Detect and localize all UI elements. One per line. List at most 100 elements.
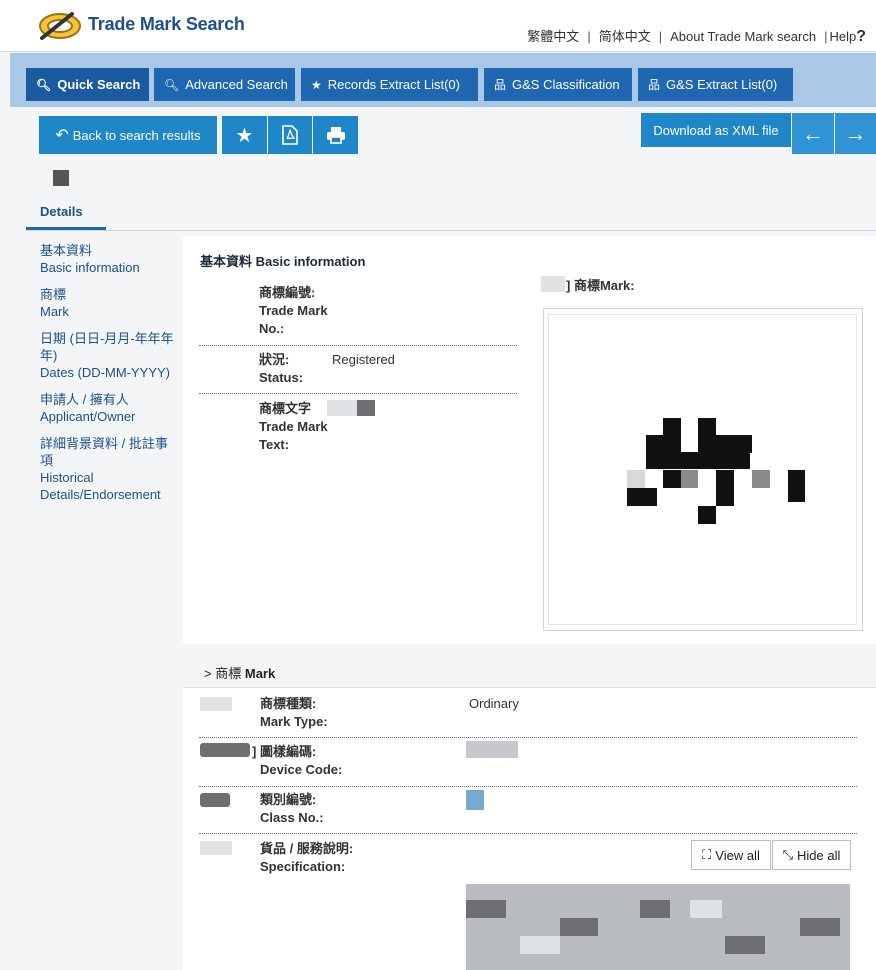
sidenav-label-zh: 日期 (日日-月月-年年年年) (40, 331, 174, 363)
label-zh: 類別編號: (260, 792, 317, 807)
mark-pixel (716, 488, 734, 506)
mark-section-title[interactable]: > 商標 Mark (204, 663, 275, 682)
sidenav-label-en: Applicant/Owner (40, 409, 136, 424)
tab-gs-extract-list[interactable]: 品 G&S Extract List(0) (638, 68, 793, 101)
view-all-button[interactable]: ⛶ View all (691, 840, 771, 870)
mark-pixel (663, 470, 681, 488)
divider (199, 345, 517, 346)
sidenav-item-applicant-owner[interactable]: 申請人 / 擁有人 Applicant/Owner (40, 391, 175, 425)
sidenav-label-en: Basic information (40, 260, 140, 275)
mark-pixel (698, 506, 716, 524)
mark-section-header[interactable] (183, 652, 876, 688)
tab-details[interactable]: Details (40, 204, 83, 219)
back-arrow-icon: ↶ (55, 127, 69, 144)
arrow-left-icon: ← (802, 120, 824, 146)
sidenav-item-mark[interactable]: 商標 Mark (40, 286, 175, 320)
tab-label: Records Extract List(0) (327, 77, 460, 92)
mark-pixel (788, 470, 805, 488)
lang-simplified-chinese-link[interactable]: 简体中文 (599, 26, 651, 45)
redacted-block (200, 793, 230, 807)
lang-traditional-chinese-link[interactable]: 繁體中文 (527, 26, 579, 45)
mark-pixel (788, 488, 805, 502)
mark-pixel (698, 435, 734, 453)
mark-type-label: 商標種類: Mark Type: (260, 695, 328, 731)
redacted-block (466, 741, 518, 758)
redacted-block (520, 936, 560, 954)
search-icon: 🔍︎ (164, 77, 180, 92)
tab-label: Quick Search (57, 77, 141, 92)
help-link[interactable]: Help (829, 29, 856, 44)
status-label: 狀況: Status: (259, 351, 303, 387)
download-xml-button[interactable]: Download as XML file (641, 113, 791, 147)
device-code-label: ] 圖樣編碼: Device Code: (252, 743, 342, 779)
trade-mark-text-label: 商標文字 Trade Mark Text: (259, 400, 329, 454)
label-zh: 狀況: (259, 352, 290, 367)
divider: | (587, 29, 591, 44)
sidenav-label-zh: 詳細背景資料 / 批註事項 (40, 436, 168, 468)
sitemap-icon: 品 (494, 78, 507, 92)
mark-pixel (752, 470, 770, 488)
help-icon[interactable]: ? (856, 28, 866, 46)
label-zh: 商標文字 (259, 401, 312, 416)
class-no-label: 類別編號: Class No.: (260, 791, 324, 827)
sidenav-label-zh: 商標 (40, 287, 67, 302)
divider (199, 737, 857, 738)
redacted-block (640, 900, 670, 918)
title-zh: 商標 (215, 666, 242, 681)
view-all-label: View all (715, 847, 760, 863)
search-icon: 🔍︎ (36, 77, 52, 92)
label-en: Device Code: (260, 762, 343, 777)
hide-all-button[interactable]: ⤡ Hide all (772, 840, 851, 870)
label-en: Trade Mark No.: (259, 303, 328, 336)
basic-information-title: 基本資料 Basic information (200, 254, 366, 269)
mark-pixel (646, 452, 750, 469)
mark-type-value: Ordinary (469, 696, 519, 711)
label-zh: 商標種類: (260, 696, 317, 711)
previous-record-button[interactable]: ← (792, 113, 834, 154)
label-en: Mark Type: (260, 714, 328, 729)
next-record-button[interactable]: → (835, 113, 876, 154)
sidenav-item-historical-details[interactable]: 詳細背景資料 / 批註事項 Historical Details/Endorse… (40, 435, 175, 503)
site-brand[interactable]: Trade Mark Search (88, 14, 245, 35)
tab-label: G&S Classification (512, 77, 620, 92)
sidenav-label-en: Historical Details/Endorsement (40, 470, 161, 502)
back-label: Back to search results (72, 127, 201, 143)
favourite-button[interactable]: ★ (222, 116, 267, 154)
redacted-block (200, 743, 250, 757)
print-button[interactable] (313, 116, 358, 154)
tab-quick-search[interactable]: 🔍︎ Quick Search (26, 68, 149, 101)
mark-pixel (681, 470, 698, 488)
arrow-right-icon: → (844, 120, 867, 146)
label-zh: 貨品 / 服務說明: (260, 841, 354, 856)
sidenav-label-zh: 基本資料 (40, 243, 93, 258)
hide-all-label: Hide all (797, 847, 841, 863)
label-zh: 商標編號: (259, 285, 316, 300)
tab-gs-classification[interactable]: 品 G&S Classification (484, 68, 632, 101)
tab-advanced-search[interactable]: 🔍︎ Advanced Search (154, 68, 295, 101)
mark-pixel (734, 435, 752, 453)
sidenav-item-basic-information[interactable]: 基本資料 Basic information (40, 242, 175, 276)
pdf-icon (282, 125, 298, 145)
redacted-specification-text (466, 884, 850, 970)
label-en: Status: (259, 370, 304, 385)
mark-label: ] 商標Mark: (566, 278, 635, 293)
sitemap-star-icon: 品 (648, 78, 661, 92)
expand-icon: ⛶ (702, 847, 712, 862)
trade-mark-logo-icon[interactable] (36, 8, 84, 44)
divider: | (824, 29, 828, 44)
about-link[interactable]: About Trade Mark search (670, 29, 816, 44)
redacted-block (357, 400, 375, 416)
tab-records-extract-list[interactable]: ★ Records Extract List(0) (301, 68, 478, 101)
pdf-button[interactable] (268, 116, 312, 154)
mark-pixel (716, 470, 734, 488)
divider (199, 833, 857, 834)
tab-label: G&S Extract List(0) (666, 77, 778, 92)
redacted-block (200, 697, 232, 711)
label-zh: ] 圖樣編碼: (252, 744, 317, 759)
mark-pixel (663, 418, 681, 436)
back-to-results-button[interactable]: ↶ Back to search results (39, 116, 217, 154)
sidenav-item-dates[interactable]: 日期 (日日-月月-年年年年) Dates (DD-MM-YYYY) (40, 330, 175, 381)
mark-image[interactable] (548, 314, 857, 625)
top-header: Trade Mark Search 繁體中文 | 简体中文 | About Trade … (0, 0, 876, 52)
sidenav-label-en: Dates (DD-MM-YYYY) (40, 365, 171, 380)
